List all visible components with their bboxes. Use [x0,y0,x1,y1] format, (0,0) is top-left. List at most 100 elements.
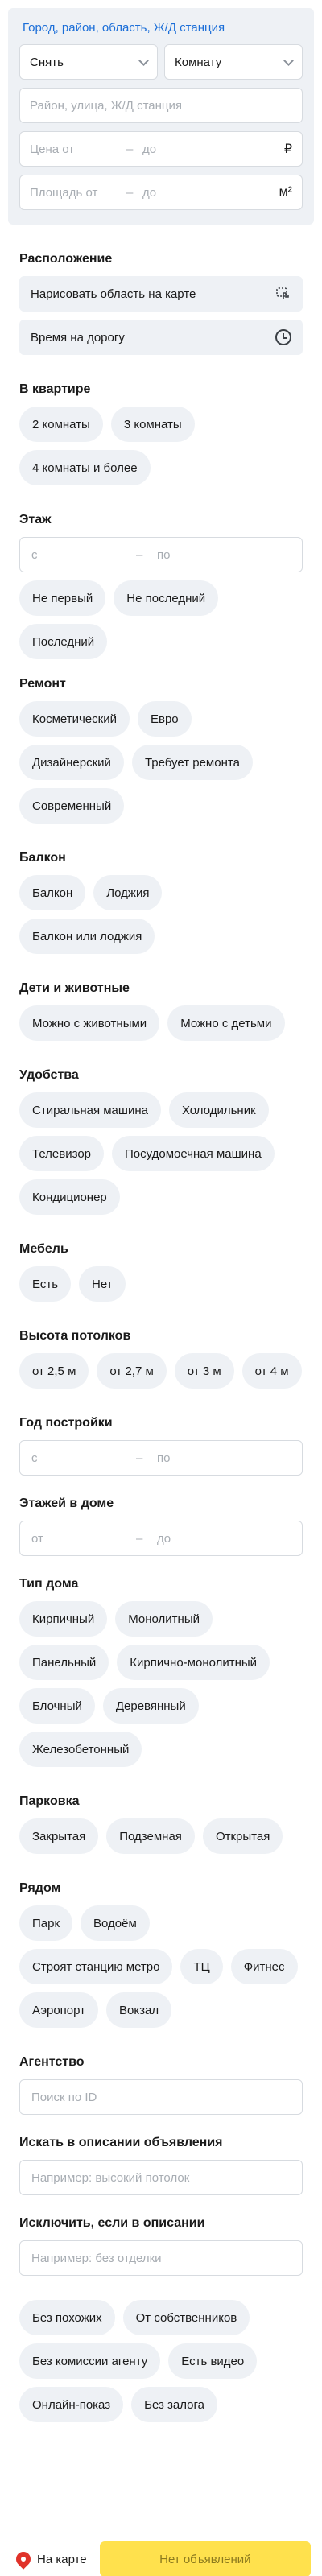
section-title-built-year: Год постройки [19,1416,113,1430]
area-range-input[interactable]: Площадь от – до м² [19,175,303,210]
nearby-chips: Парк Водоём Строят станцию метро ТЦ Фитн… [19,1905,303,2028]
floors-total-from-placeholder: от [31,1531,43,1546]
chip-brick-monolith[interactable]: Кирпично-монолитный [117,1645,270,1680]
chip-furniture-yes[interactable]: Есть [19,1266,72,1302]
chip-parking-underground[interactable]: Подземная [106,1818,195,1854]
floor-from-placeholder: с [31,547,38,562]
section-title-floors-total: Этажей в доме [19,1496,114,1510]
chevron-down-icon [283,55,294,66]
map-button[interactable]: На карте [11,2541,92,2576]
section-title-amenities: Удобства [19,1068,79,1082]
chip-no-similar[interactable]: Без похожих [19,2300,115,2335]
chip-wooden[interactable]: Деревянный [102,1688,199,1724]
agency-search-input[interactable]: Поиск по ID [19,2079,303,2115]
chip-last[interactable]: Последний [19,624,108,659]
section-title-house-type: Тип дома [19,1577,79,1591]
chip-airport[interactable]: Аэропорт [19,1992,99,2028]
ceiling-chips: от 2,5 м от 2,7 м от 3 м от 4 м [19,1353,303,1389]
kids-pets-chips: Можно с животными Можно с детьми [19,1005,303,1041]
ruble-icon: ₽ [283,142,292,156]
chip-modern[interactable]: Современный [19,788,125,824]
area-to-placeholder: до [142,185,157,200]
section-title-ceiling: Высота потолков [19,1329,131,1343]
chip-metro-construction[interactable]: Строят станцию метро [19,1949,173,1984]
chip-with-kids[interactable]: Можно с детьми [167,1005,285,1041]
chip-2-rooms[interactable]: 2 комнаты [19,407,103,442]
chip-furniture-no[interactable]: Нет [79,1266,126,1302]
floor-range-input[interactable]: с – по [19,537,303,572]
map-pin-icon [13,2549,34,2570]
chip-park[interactable]: Парк [19,1905,73,1941]
section-title-parking: Парковка [19,1794,80,1808]
area-unit: м² [279,185,292,199]
chip-panel[interactable]: Панельный [19,1645,109,1680]
chip-has-video[interactable]: Есть видео [168,2343,258,2379]
chip-no-deposit[interactable]: Без залога [131,2387,217,2422]
chip-fitness[interactable]: Фитнес [230,1949,298,1984]
floors-total-range-input[interactable]: от – до [19,1521,303,1556]
chip-monolith[interactable]: Монолитный [115,1601,213,1637]
address-input[interactable]: Район, улица, Ж/Д станция [19,88,303,123]
chip-3-rooms[interactable]: 3 комнаты [110,407,195,442]
chip-washing-machine[interactable]: Стиральная машина [19,1092,161,1128]
property-type-select[interactable]: Комнату [164,44,303,80]
area-from-placeholder: Площадь от [30,185,98,200]
chip-balcony-or-loggia[interactable]: Балкон или лоджия [19,919,155,954]
exclude-description-input[interactable]: Например: без отделки [19,2240,303,2276]
chip-block[interactable]: Блочный [19,1688,95,1724]
chip-parking-open[interactable]: Открытая [202,1818,283,1854]
chip-not-first[interactable]: Не первый [19,580,106,616]
chip-online-showing[interactable]: Онлайн-показ [19,2387,124,2422]
chip-euro[interactable]: Евро [137,701,192,737]
section-title-floor: Этаж [19,513,52,526]
search-description-input[interactable]: Например: высокий потолок [19,2160,303,2195]
extra-chips: Без похожих От собственников Без комисси… [19,2300,303,2422]
furniture-chips: Есть Нет [19,1266,303,1302]
price-from-placeholder: Цена от [30,142,75,156]
chip-ceiling-2-7[interactable]: от 2,7 м [97,1353,167,1389]
chip-parking-closed[interactable]: Закрытая [19,1818,99,1854]
chip-ceiling-3[interactable]: от 3 м [174,1353,234,1389]
chip-water[interactable]: Водоём [80,1905,150,1941]
section-title-kids-pets: Дети и животные [19,981,130,995]
chip-fridge[interactable]: Холодильник [168,1092,269,1128]
chip-ceiling-4[interactable]: от 4 м [242,1353,302,1389]
chip-designer[interactable]: Дизайнерский [19,745,124,780]
travel-time-label: Время на дорогу [31,330,125,345]
chip-balcony[interactable]: Балкон [19,875,86,910]
chip-cosmetic[interactable]: Косметический [19,701,130,737]
price-range-input[interactable]: Цена от – до ₽ [19,131,303,167]
chip-ceiling-2-5[interactable]: от 2,5 м [19,1353,89,1389]
chip-no-commission[interactable]: Без комиссии агенту [19,2343,161,2379]
chip-air-conditioner[interactable]: Кондиционер [19,1179,120,1215]
travel-time-button[interactable]: Время на дорогу [19,320,303,355]
show-results-button[interactable]: Нет объявлений [99,2541,311,2576]
section-title-balcony: Балкон [19,851,66,865]
chip-mall[interactable]: ТЦ [180,1949,223,1984]
chip-tv[interactable]: Телевизор [19,1136,105,1171]
draw-area-button[interactable]: Нарисовать область на карте [19,276,303,312]
chip-station[interactable]: Вокзал [106,1992,172,2028]
chip-needs-repair[interactable]: Требует ремонта [131,745,253,780]
section-title-exclude-desc: Исключить, если в описании [19,2216,205,2230]
parking-chips: Закрытая Подземная Открытая [19,1818,303,1854]
renovation-chips: Косметический Евро Дизайнерский Требует … [19,701,303,824]
section-title-search-desc: Искать в описании объявления [19,2136,223,2149]
built-year-range-input[interactable]: с – по [19,1440,303,1476]
deal-type-select[interactable]: Снять [19,44,158,80]
chip-dishwasher[interactable]: Посудомоечная машина [112,1136,275,1171]
map-button-label: На карте [37,2552,87,2566]
chip-loggia[interactable]: Лоджия [93,875,163,910]
chip-brick[interactable]: Кирпичный [19,1601,108,1637]
section-title-furniture: Мебель [19,1242,68,1256]
chip-from-owners[interactable]: От собственников [122,2300,250,2335]
clock-icon [275,329,291,345]
chip-not-last[interactable]: Не последний [114,580,219,616]
section-title-nearby: Рядом [19,1881,61,1895]
chip-with-pets[interactable]: Можно с животными [19,1005,160,1041]
draw-area-label: Нарисовать область на карте [31,287,196,301]
chip-reinforced-concrete[interactable]: Железобетонный [19,1732,142,1767]
geo-search-link[interactable]: Город, район, область, Ж/Д станция [23,21,303,35]
chip-4-plus-rooms[interactable]: 4 комнаты и более [19,450,151,485]
property-type-value: Комнату [175,55,222,69]
